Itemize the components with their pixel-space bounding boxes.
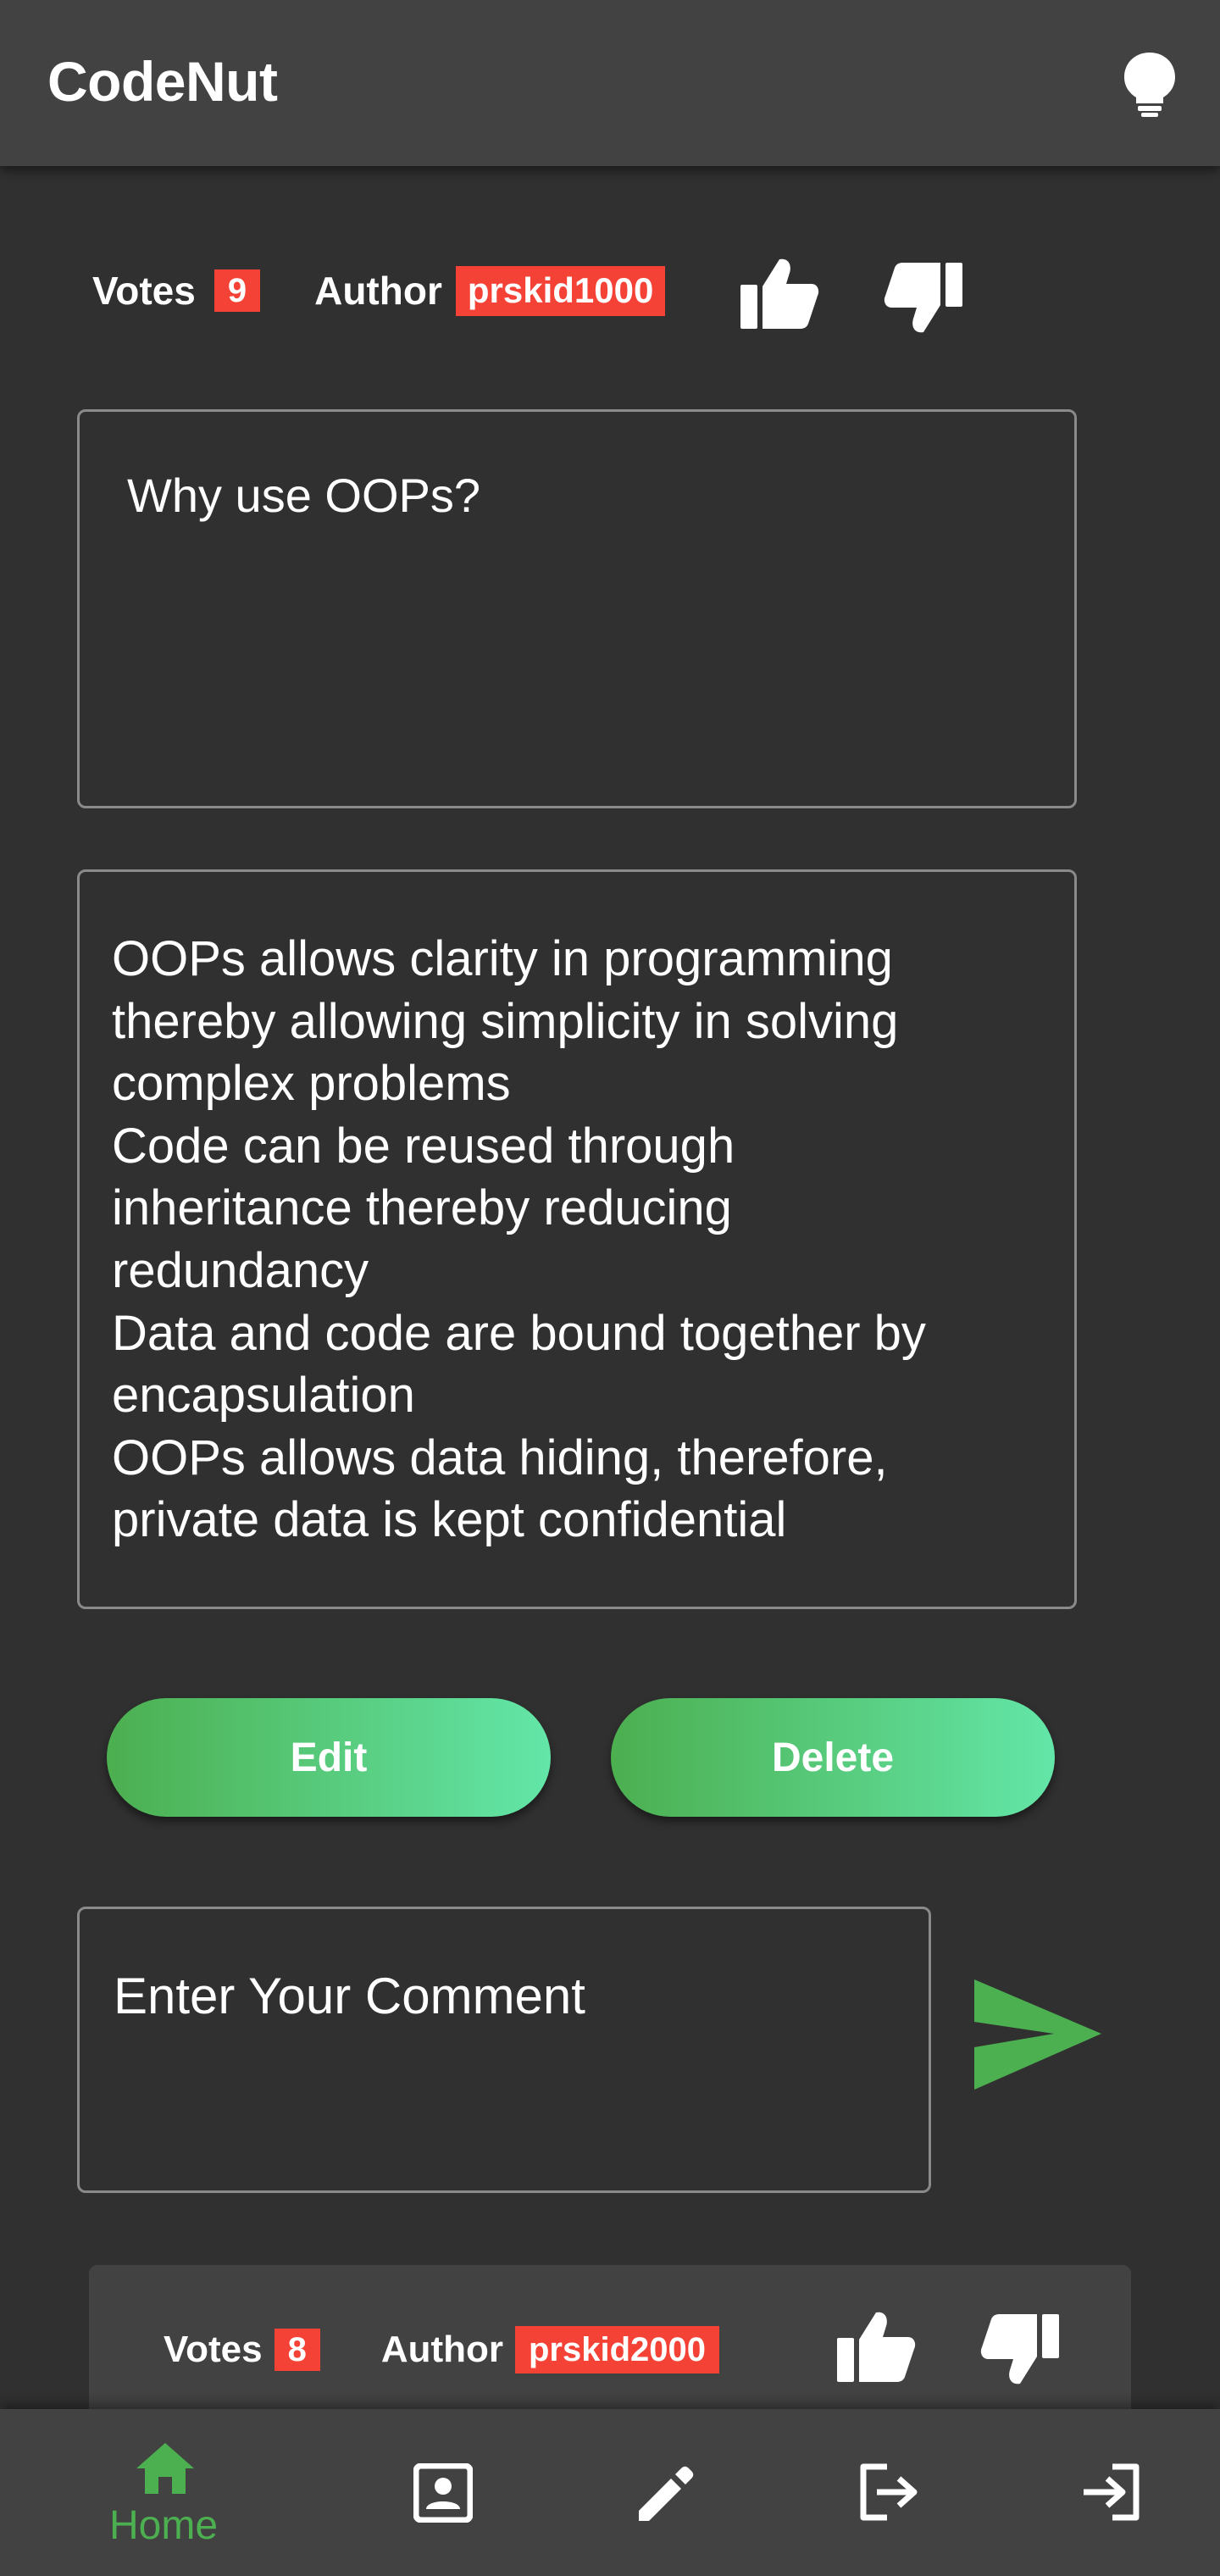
answer-line: thereby allowing simplicity in solving bbox=[112, 993, 899, 1049]
nav-item-edit[interactable] bbox=[612, 2409, 718, 2576]
question-box: Why use OOPs? bbox=[77, 409, 1077, 808]
comment-thumbs-up-icon[interactable] bbox=[835, 2309, 917, 2384]
comment-author-badge: prskid2000 bbox=[515, 2326, 720, 2373]
answer-line: encapsulation bbox=[112, 1368, 415, 1424]
answer-box: OOPs allows clarity in programming thereb… bbox=[77, 869, 1077, 1609]
comment-input[interactable]: Enter Your Comment bbox=[77, 1907, 931, 2193]
comment-author-label: Author bbox=[380, 2329, 503, 2370]
comment-thumbs-down-icon[interactable] bbox=[979, 2312, 1061, 2387]
bottom-nav: Home bbox=[0, 2409, 1220, 2576]
lightbulb-icon[interactable] bbox=[1120, 49, 1179, 117]
contact-card-icon bbox=[413, 2462, 474, 2527]
answer-line: OOPs allows data hiding, therefore, bbox=[112, 1430, 888, 1485]
delete-button[interactable]: Delete bbox=[611, 1698, 1055, 1817]
home-icon bbox=[135, 2441, 196, 2500]
comment-meta: Votes 8 Author prskid2000 bbox=[164, 2326, 720, 2373]
question-title: Why use OOPs? bbox=[127, 469, 481, 522]
answer-line: private data is kept confidential bbox=[112, 1492, 787, 1548]
login-icon bbox=[1080, 2463, 1141, 2525]
answer-line: redundancy bbox=[112, 1242, 369, 1298]
question-meta: Votes 9 Author prskid1000 bbox=[92, 266, 666, 316]
thumbs-down-icon[interactable] bbox=[883, 261, 964, 336]
answer-line: complex problems bbox=[112, 1056, 511, 1112]
answer-line: Code can be reused through bbox=[112, 1118, 735, 1174]
votes-badge: 9 bbox=[214, 269, 261, 313]
nav-item-profile[interactable] bbox=[390, 2409, 496, 2576]
nav-label-home: Home bbox=[109, 2503, 219, 2548]
author-label: Author bbox=[314, 269, 442, 314]
answer-line: OOPs allows clarity in programming bbox=[112, 931, 893, 986]
app-bar: CodeNut bbox=[0, 0, 1220, 166]
votes-label: Votes bbox=[92, 269, 196, 314]
author-badge: prskid1000 bbox=[455, 266, 666, 316]
edit-button[interactable]: Edit bbox=[107, 1698, 551, 1817]
nav-item-logout[interactable] bbox=[835, 2409, 940, 2576]
answer-text: OOPs allows clarity in programming thereb… bbox=[112, 928, 1049, 1552]
nav-item-home[interactable]: Home bbox=[85, 2409, 246, 2576]
answer-line: Data and code are bound together by bbox=[112, 1305, 926, 1361]
comment-votes-badge: 8 bbox=[274, 2329, 320, 2371]
comment-card: Votes 8 Author prskid2000 bbox=[89, 2265, 1131, 2412]
nav-item-login[interactable] bbox=[1055, 2409, 1161, 2576]
thumbs-up-icon[interactable] bbox=[739, 256, 820, 330]
comment-votes-label: Votes bbox=[164, 2329, 263, 2370]
pencil-icon bbox=[637, 2463, 696, 2527]
logout-icon bbox=[858, 2463, 919, 2525]
app-title: CodeNut bbox=[47, 50, 278, 113]
send-icon[interactable] bbox=[971, 1978, 1103, 2091]
answer-line: inheritance thereby reducing bbox=[112, 1180, 732, 1236]
comment-placeholder: Enter Your Comment bbox=[114, 1968, 585, 2024]
